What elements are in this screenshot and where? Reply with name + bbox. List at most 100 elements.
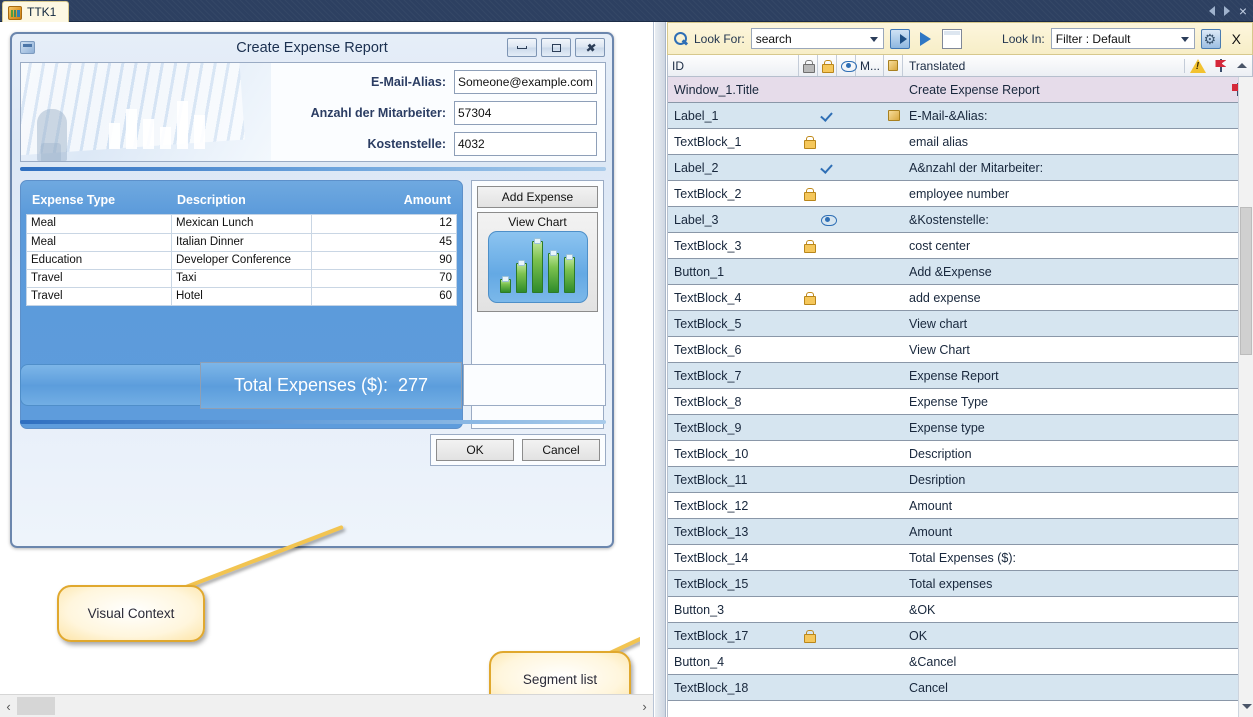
employee-count-input[interactable]: 57304: [454, 101, 597, 125]
segment-translated-text[interactable]: Total expenses: [903, 577, 1224, 591]
segment-translated-text[interactable]: Total Expenses ($):: [903, 551, 1224, 565]
segment-translated-text[interactable]: Amount: [903, 525, 1224, 539]
segment-row[interactable]: TextBlock_13 Amount: [668, 519, 1252, 545]
segment-row[interactable]: Window_1.Title Create Expense Report: [668, 77, 1252, 103]
col-amount[interactable]: Amount: [317, 193, 451, 207]
segment-row[interactable]: TextBlock_7 Expense Report: [668, 363, 1252, 389]
warning-icon[interactable]: [1189, 58, 1206, 73]
segment-approved-cell[interactable]: [818, 161, 837, 174]
segment-translated-text[interactable]: add expense: [903, 291, 1224, 305]
chevron-up-icon[interactable]: [1237, 63, 1248, 68]
minimize-button[interactable]: [507, 38, 537, 57]
segment-lock-cell[interactable]: [799, 188, 818, 201]
settings-icon[interactable]: [1200, 28, 1221, 49]
segment-row[interactable]: Button_1 Add &Expense: [668, 259, 1252, 285]
table-row[interactable]: Education Developer Conference 90: [27, 251, 456, 269]
segment-square-cell[interactable]: [884, 110, 903, 121]
segment-translated-text[interactable]: View Chart: [903, 343, 1224, 357]
find-next-icon[interactable]: [890, 28, 911, 49]
segment-lock-cell[interactable]: [799, 630, 818, 643]
segment-translated-text[interactable]: Desription: [903, 473, 1224, 487]
segment-row[interactable]: TextBlock_8 Expense Type: [668, 389, 1252, 415]
scroll-left-arrow[interactable]: ‹: [0, 700, 17, 713]
segment-translated-text[interactable]: Description: [903, 447, 1224, 461]
segment-translated-text[interactable]: A&nzahl der Mitarbeiter:: [903, 161, 1224, 175]
scroll-right-arrow[interactable]: ›: [636, 700, 653, 713]
segment-row[interactable]: Button_3 &OK: [668, 597, 1252, 623]
segment-row[interactable]: TextBlock_5 View chart: [668, 311, 1252, 337]
segment-row[interactable]: TextBlock_12 Amount: [668, 493, 1252, 519]
column-header-m[interactable]: M...: [856, 55, 884, 76]
segment-lock-cell[interactable]: [799, 136, 818, 149]
segment-row[interactable]: Label_3 &Kostenstelle:: [668, 207, 1252, 233]
next-tab-icon[interactable]: [1223, 6, 1230, 16]
play-icon[interactable]: [916, 29, 936, 49]
col-expense-type[interactable]: Expense Type: [32, 193, 177, 207]
table-row[interactable]: Meal Mexican Lunch 12: [27, 215, 456, 233]
segment-translated-text[interactable]: email alias: [903, 135, 1224, 149]
column-header-lock-orange[interactable]: [818, 55, 837, 76]
close-button[interactable]: ✖: [575, 38, 605, 57]
segment-row[interactable]: TextBlock_18 Cancel: [668, 675, 1252, 701]
segment-row[interactable]: TextBlock_10 Description: [668, 441, 1252, 467]
segment-translated-text[interactable]: &Cancel: [903, 655, 1224, 669]
segment-translated-text[interactable]: E-Mail-&Alias:: [903, 109, 1224, 123]
segment-row[interactable]: TextBlock_9 Expense type: [668, 415, 1252, 441]
column-header-id[interactable]: ID: [668, 55, 799, 76]
segment-row[interactable]: Label_1 E-Mail-&Alias:: [668, 103, 1252, 129]
segment-translated-text[interactable]: &OK: [903, 603, 1224, 617]
add-expense-button[interactable]: Add Expense: [477, 186, 598, 208]
segment-row[interactable]: TextBlock_1 email alias: [668, 129, 1252, 155]
chevron-down-icon[interactable]: [870, 37, 879, 42]
column-header-visibility[interactable]: [837, 55, 857, 76]
segment-translated-text[interactable]: Expense Report: [903, 369, 1224, 383]
segment-row[interactable]: Button_4 &Cancel: [668, 649, 1252, 675]
tab-ttk1[interactable]: TTK1: [2, 1, 70, 22]
segment-row[interactable]: TextBlock_3 cost center: [668, 233, 1252, 259]
cost-center-input[interactable]: 4032: [454, 132, 597, 156]
table-row[interactable]: Travel Hotel 60: [27, 287, 456, 305]
segment-translated-text[interactable]: View chart: [903, 317, 1224, 331]
flag-icon[interactable]: [1215, 59, 1227, 72]
segment-row[interactable]: Label_2 A&nzahl der Mitarbeiter:: [668, 155, 1252, 181]
horizontal-scroll-thumb[interactable]: [17, 697, 55, 715]
segment-translated-text[interactable]: Cancel: [903, 681, 1224, 695]
vertical-scroll-thumb[interactable]: [1240, 207, 1252, 355]
segment-translated-text[interactable]: &Kostenstelle:: [903, 213, 1224, 227]
segment-translated-text[interactable]: Expense Type: [903, 395, 1224, 409]
chevron-down-icon[interactable]: [1180, 37, 1189, 42]
prev-tab-icon[interactable]: [1208, 6, 1215, 16]
segment-row[interactable]: TextBlock_15 Total expenses: [668, 571, 1252, 597]
column-header-square[interactable]: [884, 55, 903, 76]
segment-row[interactable]: TextBlock_11 Desription: [668, 467, 1252, 493]
segment-translated-text[interactable]: Amount: [903, 499, 1224, 513]
segment-translated-text[interactable]: Add &Expense: [903, 265, 1224, 279]
email-alias-input[interactable]: Someone@example.com: [454, 70, 597, 94]
segment-list-scrollbar[interactable]: [1238, 77, 1253, 717]
segment-translated-text[interactable]: cost center: [903, 239, 1224, 253]
segment-lock-cell[interactable]: [799, 240, 818, 253]
segment-approved-cell[interactable]: [818, 214, 837, 226]
column-header-translated[interactable]: Translated: [903, 55, 1184, 76]
horizontal-scrollbar[interactable]: ‹ ›: [0, 694, 653, 717]
look-for-input[interactable]: search: [750, 28, 885, 49]
maximize-button[interactable]: [541, 38, 571, 57]
look-in-select[interactable]: Filter : Default: [1050, 28, 1195, 49]
view-chart-button[interactable]: View Chart: [477, 212, 598, 312]
chevron-down-icon[interactable]: [1242, 704, 1252, 709]
segment-translated-text[interactable]: employee number: [903, 187, 1224, 201]
segment-translated-text[interactable]: Create Expense Report: [903, 83, 1224, 97]
horizontal-scroll-track[interactable]: [17, 695, 636, 717]
close-toolbar-button[interactable]: X: [1227, 31, 1246, 47]
segment-row[interactable]: TextBlock_17 OK: [668, 623, 1252, 649]
segment-lock-cell[interactable]: [799, 292, 818, 305]
pane-splitter[interactable]: [655, 22, 666, 717]
segment-row[interactable]: TextBlock_2 employee number: [668, 181, 1252, 207]
col-description[interactable]: Description: [177, 193, 317, 207]
column-header-lock-gray[interactable]: [799, 55, 818, 76]
ok-button[interactable]: OK: [436, 439, 514, 461]
segment-translated-text[interactable]: OK: [903, 629, 1224, 643]
cancel-button[interactable]: Cancel: [522, 439, 600, 461]
table-row[interactable]: Travel Taxi 70: [27, 269, 456, 287]
table-row[interactable]: Meal Italian Dinner 45: [27, 233, 456, 251]
